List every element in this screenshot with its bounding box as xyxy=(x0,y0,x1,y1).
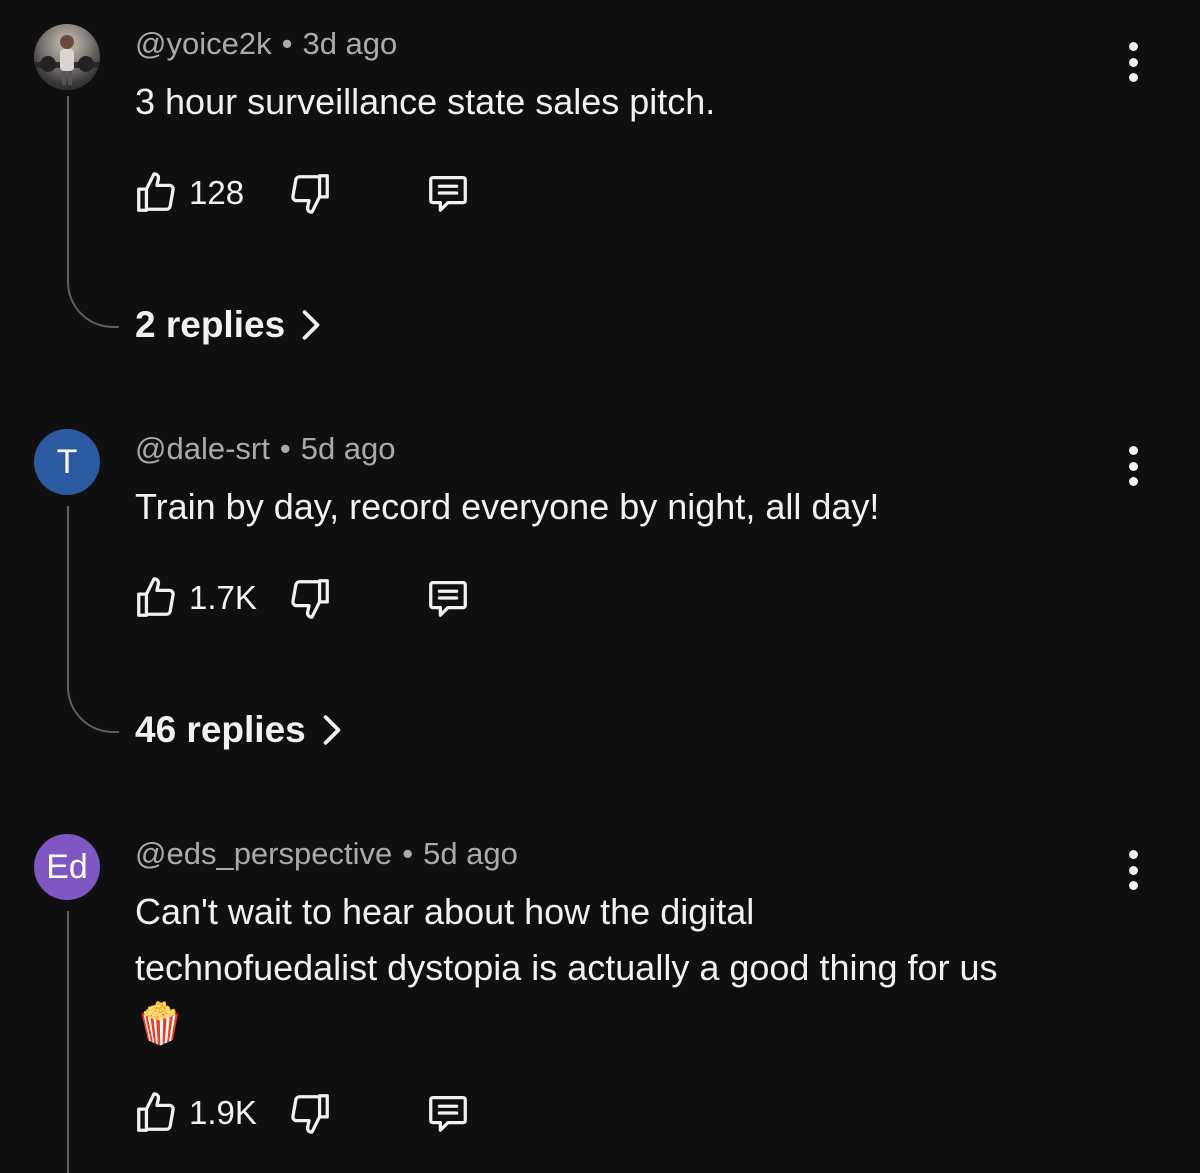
thumbs-down-icon[interactable] xyxy=(287,575,333,621)
comment-text-line: technofuedalist dystopia is actually a g… xyxy=(135,947,998,988)
comment-icon[interactable] xyxy=(423,1090,473,1136)
comment-actions: 1.9K xyxy=(133,1089,473,1137)
thumbs-up-icon[interactable] xyxy=(133,1090,179,1136)
comment-author[interactable]: @dale-srt xyxy=(135,431,270,466)
chevron-right-icon xyxy=(323,715,341,745)
avatar-letter: T xyxy=(56,442,78,481)
more-actions-button[interactable] xyxy=(1118,40,1148,84)
thumbs-up-icon[interactable] xyxy=(133,575,179,621)
avatar-letter: Ed xyxy=(46,847,88,886)
comment-timestamp: 3d ago xyxy=(302,26,398,61)
more-actions-button[interactable] xyxy=(1118,848,1148,892)
popcorn-emoji: 🍿 xyxy=(135,1002,185,1046)
replies-count: 2 replies xyxy=(135,304,286,345)
thread-line xyxy=(67,911,119,1173)
view-replies-button[interactable]: 2 replies xyxy=(135,304,321,346)
comment-text-line: Can't wait to hear about how the digital xyxy=(135,891,755,932)
thumbs-down-icon[interactable] xyxy=(287,1090,333,1136)
comment-author[interactable]: @yoice2k xyxy=(135,26,272,61)
like-count: 1.9K xyxy=(189,1094,257,1131)
comment-author[interactable]: @eds_perspective xyxy=(135,836,392,871)
comment-icon[interactable] xyxy=(423,575,473,621)
more-vert-icon xyxy=(1128,850,1138,859)
meta-separator: • xyxy=(402,836,414,871)
comment-timestamp: 5d ago xyxy=(423,836,518,871)
comment-meta: @eds_perspective • 5d ago xyxy=(135,836,518,872)
comment-icon[interactable] xyxy=(423,170,473,216)
avatar[interactable] xyxy=(34,24,100,90)
like-count: 1.7K xyxy=(189,579,257,616)
comment-text: Train by day, record everyone by night, … xyxy=(135,486,880,527)
comment-text: Can't wait to hear about how the digital… xyxy=(135,884,1135,1052)
thread-line xyxy=(67,96,119,328)
avatar-photo-icon xyxy=(34,35,100,85)
comment-text: 3 hour surveillance state sales pitch. xyxy=(135,81,716,122)
more-vert-icon xyxy=(1128,446,1138,455)
replies-count: 46 replies xyxy=(135,709,306,750)
comment-actions: 128 xyxy=(133,169,473,217)
avatar[interactable]: Ed xyxy=(34,834,100,900)
more-vert-icon xyxy=(1128,42,1138,51)
chevron-right-icon xyxy=(302,310,320,340)
avatar[interactable]: T xyxy=(34,429,100,495)
like-count: 128 xyxy=(189,174,245,211)
meta-separator: • xyxy=(281,26,293,61)
comment-meta: @yoice2k • 3d ago xyxy=(135,26,397,62)
comment-meta: @dale-srt • 5d ago xyxy=(135,431,396,467)
comments-section: @yoice2k • 3d ago 3 hour surveillance stat… xyxy=(0,0,1200,1173)
view-replies-button[interactable]: 46 replies xyxy=(135,709,342,751)
more-actions-button[interactable] xyxy=(1118,444,1148,488)
comment-timestamp: 5d ago xyxy=(300,431,396,466)
thumbs-down-icon[interactable] xyxy=(287,170,333,216)
comment-actions: 1.7K xyxy=(133,574,473,622)
meta-separator: • xyxy=(279,431,291,466)
thumbs-up-icon[interactable] xyxy=(133,170,179,216)
thread-line xyxy=(67,506,119,733)
